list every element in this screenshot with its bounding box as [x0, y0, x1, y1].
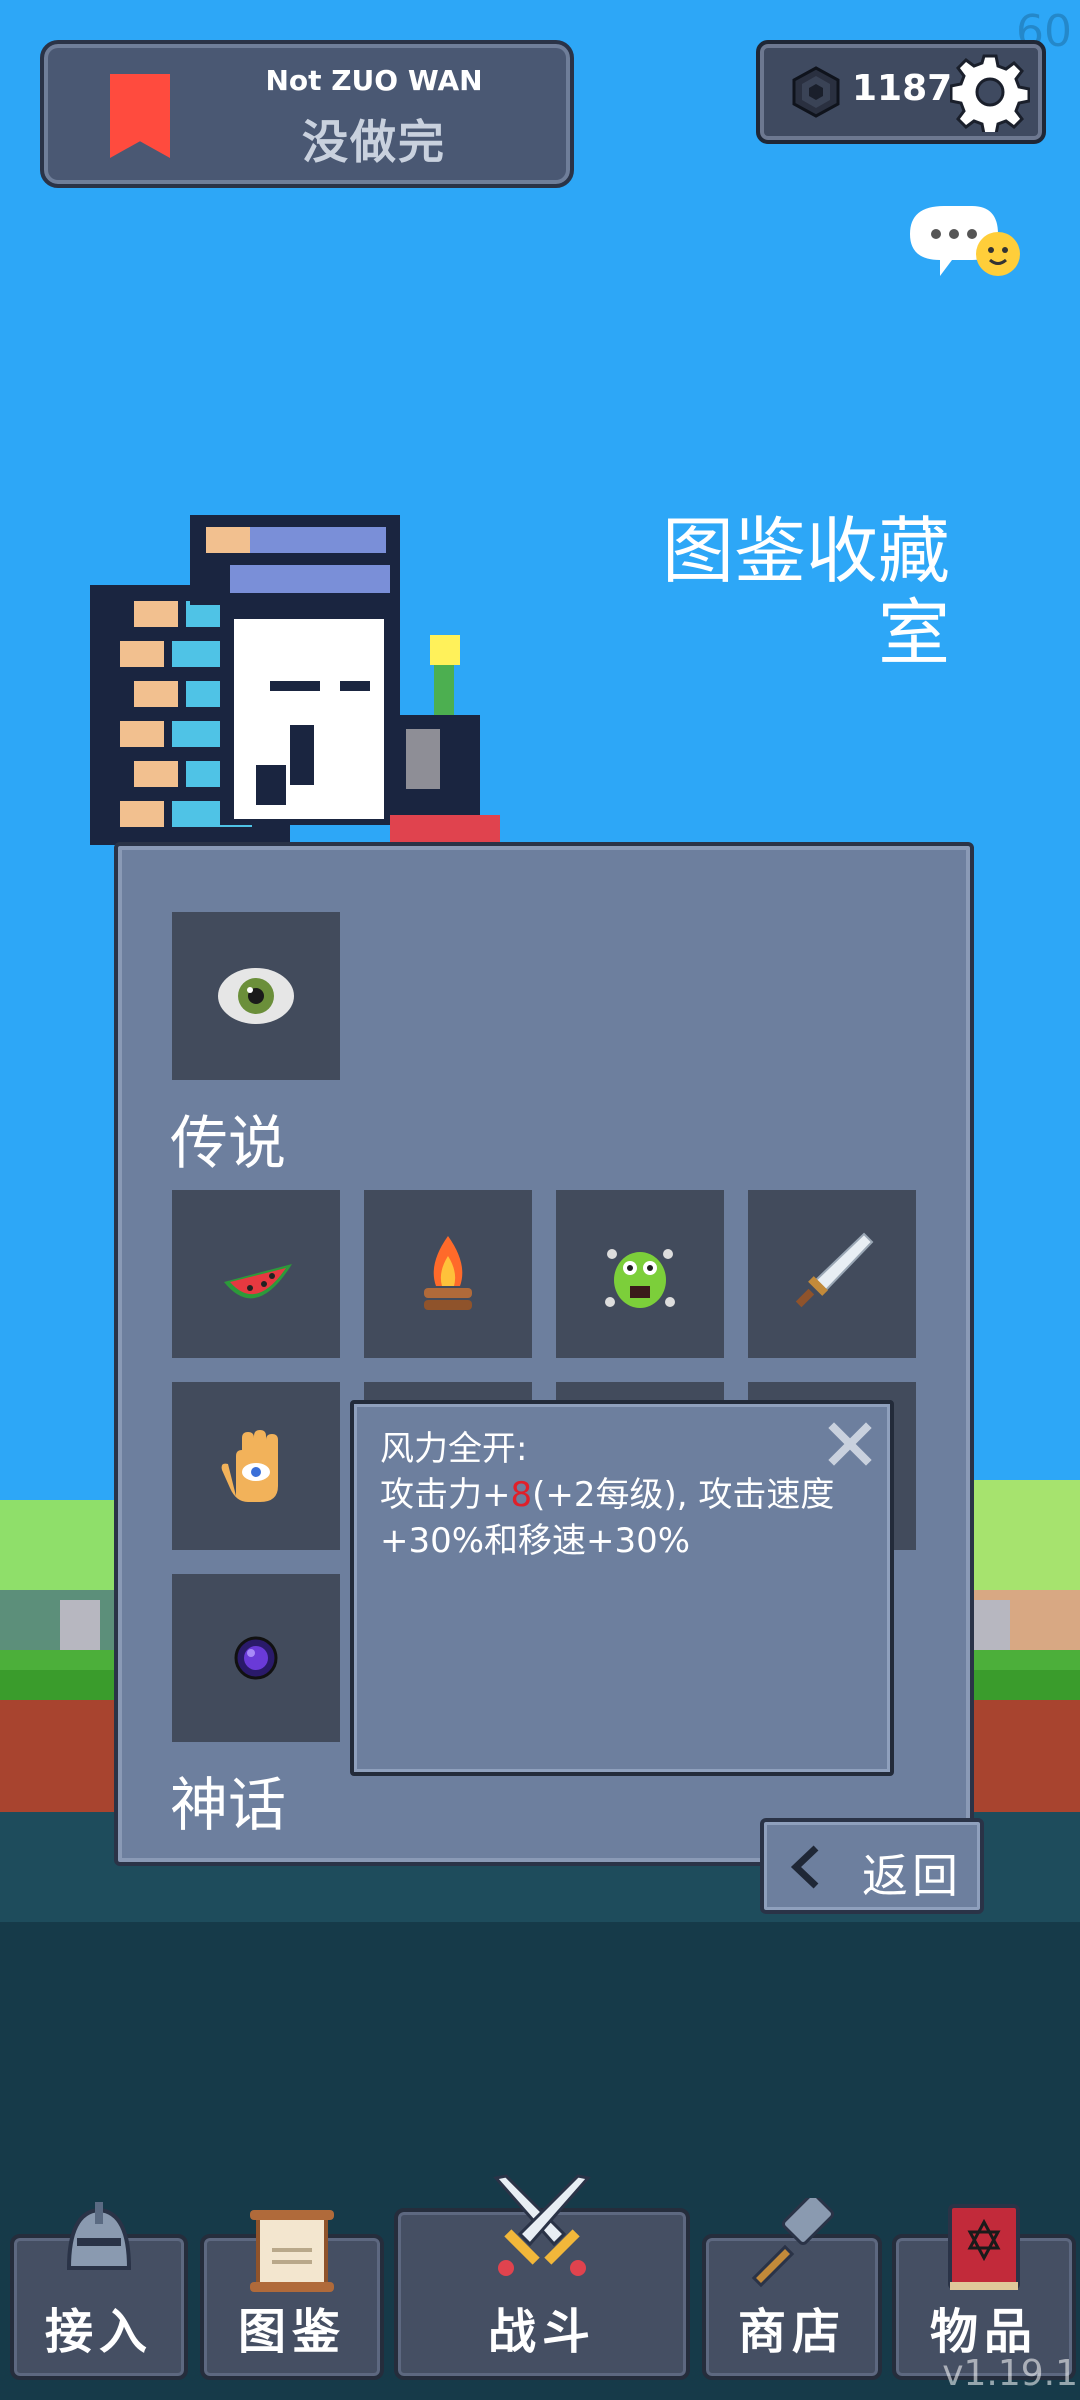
tooltip-desc-highlight: 8: [510, 1475, 533, 1515]
section-label-legendary: 传说: [170, 1109, 287, 1177]
collection-slot[interactable]: [364, 1190, 532, 1358]
page-title-line2: 室: [877, 591, 950, 675]
nav-item-label: 接入: [44, 2304, 153, 2360]
sword-icon: [795, 1232, 874, 1308]
campfire-icon: [424, 1236, 472, 1310]
item-tooltip: 风力全开: 攻击力+8(+2每级), 攻击速度+30%和移速+30%: [350, 1400, 894, 1776]
user-profile-panel[interactable]: Not ZUO WAN 没做完: [40, 40, 574, 188]
nav-item-collection[interactable]: 图鉴: [200, 2210, 384, 2380]
scenery-right: [960, 1480, 1080, 1820]
collection-slot[interactable]: [556, 1190, 724, 1358]
nav-item-label: 物品: [929, 2304, 1038, 2360]
spellbook-icon: [948, 2204, 1020, 2290]
helmet-icon: [66, 2202, 132, 2270]
gear-icon[interactable]: [950, 52, 1030, 132]
user-name-en: Not ZUO WAN: [265, 64, 483, 97]
section-label-mythic: 神话: [170, 1771, 287, 1839]
dark-orb-icon: [234, 1636, 278, 1680]
version-label: v1.19.1: [942, 2353, 1078, 2394]
gem-icon: [792, 66, 840, 118]
nav-item-label: 商店: [737, 2304, 846, 2360]
crossed-swords-icon: [493, 2174, 591, 2276]
collection-slot-top[interactable]: [172, 912, 340, 1080]
nav-item-label: 战斗: [487, 2304, 596, 2360]
scenery-left: [0, 1500, 120, 1820]
character-illustration: [90, 515, 500, 845]
green-monster-icon: [605, 1249, 675, 1308]
bookmark-icon: [110, 74, 170, 158]
tooltip-description: 攻击力+8(+2每级), 攻击速度+30%和移速+30%: [380, 1472, 870, 1564]
screen: 60 Not ZUO WAN 没做完 1187 图鉴收藏 室 传说 神话 风力全…: [0, 0, 1080, 2400]
currency-value: 1187: [852, 68, 953, 109]
hand-eye-icon: [221, 1430, 278, 1502]
tooltip-desc-prefix: 攻击力+: [380, 1475, 511, 1515]
chevron-left-icon: [790, 1845, 819, 1889]
tooltip-title: 风力全开:: [380, 1429, 528, 1469]
page-title: 图鉴收藏 室: [640, 510, 950, 674]
collection-slot[interactable]: [172, 1382, 340, 1550]
close-icon[interactable]: [828, 1422, 872, 1466]
collection-slot[interactable]: [172, 1574, 340, 1742]
page-title-line1: 图鉴收藏: [661, 509, 950, 593]
nav-item-label: 图鉴: [237, 2304, 346, 2360]
currency-panel: 1187: [756, 40, 1046, 144]
scroll-icon: [250, 2210, 334, 2292]
watermelon-icon: [224, 1264, 292, 1299]
nav-item-battle[interactable]: 战斗: [394, 2174, 690, 2380]
eye-icon: [218, 968, 294, 1024]
collection-slot[interactable]: [172, 1190, 340, 1358]
collection-slot[interactable]: [748, 1190, 916, 1358]
back-button-label: 返回: [862, 1849, 962, 1903]
user-name-cn: 没做完: [302, 115, 446, 169]
nav-item-shop[interactable]: 商店: [702, 2198, 882, 2380]
hammer-icon: [751, 2198, 835, 2288]
back-button[interactable]: 返回: [760, 1818, 984, 1914]
chat-icon[interactable]: [900, 200, 1030, 300]
nav-item-access[interactable]: 接入: [10, 2202, 188, 2380]
